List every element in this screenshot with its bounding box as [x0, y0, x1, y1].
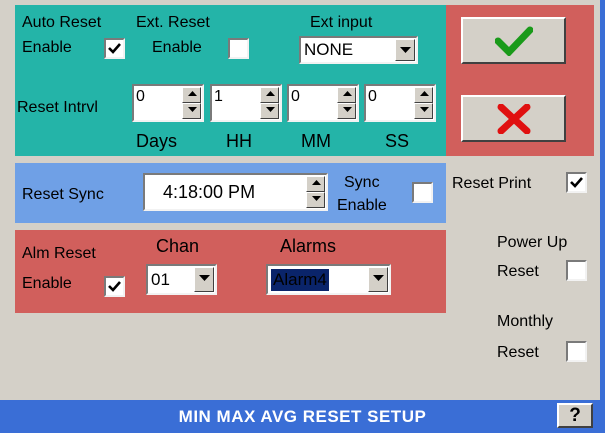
time-spin-up-button[interactable]	[306, 176, 325, 192]
reset-print-label: Reset Print	[452, 175, 532, 192]
ext-input-select[interactable]: NONE	[299, 36, 418, 64]
reset-interval-days-value: 0	[136, 88, 145, 105]
alarms-value: Alarm4	[270, 268, 330, 292]
chevron-down-icon	[199, 275, 210, 281]
alarms-label: Alarms	[280, 236, 337, 256]
chan-label: Chan	[156, 236, 200, 256]
reset-interval-hours-field[interactable]: 1	[210, 84, 282, 122]
days-spin-up-button[interactable]	[182, 87, 201, 103]
ext-reset-label: Ext. Reset	[136, 14, 210, 31]
reset-sync-time-field[interactable]: 4:18:00 PM	[143, 173, 328, 211]
reset-interval-hours-value: 1	[214, 88, 223, 105]
alarms-dropdown-button[interactable]	[368, 267, 388, 292]
chevron-down-icon	[400, 47, 411, 53]
days-spin-down-button[interactable]	[182, 103, 201, 119]
sync-enable-checkbox[interactable]	[412, 182, 433, 203]
reset-interval-seconds-value: 0	[368, 88, 377, 105]
title-bar: MIN MAX AVG RESET SETUP	[0, 400, 605, 433]
power-up-reset-checkbox[interactable]	[566, 260, 587, 281]
chevron-down-icon	[373, 275, 384, 281]
reset-print-checkbox[interactable]	[566, 172, 587, 193]
seconds-unit-label: SS	[385, 131, 410, 151]
reset-interval-minutes-field[interactable]: 0	[287, 84, 359, 122]
seconds-spin-down-button[interactable]	[414, 103, 433, 119]
checkmark-icon	[494, 26, 533, 56]
minutes-unit-label: MM	[301, 131, 331, 151]
reset-sync-label: Reset Sync	[22, 186, 104, 203]
hours-spin-up-button[interactable]	[260, 87, 279, 103]
ext-input-value: NONE	[304, 40, 354, 59]
power-up-label: Power Up	[497, 234, 568, 251]
minutes-spin-up-button[interactable]	[337, 87, 356, 103]
reset-interval-days-field[interactable]: 0	[132, 84, 204, 122]
check-icon	[570, 177, 583, 188]
reset-sync-time-value: 4:18:00 PM	[163, 182, 256, 202]
auto-reset-enable-checkbox[interactable]	[104, 38, 125, 59]
reset-interval-seconds-field[interactable]: 0	[364, 84, 436, 122]
check-icon	[108, 281, 121, 292]
ok-button[interactable]	[461, 17, 566, 64]
sync-enable-label: Enable	[337, 197, 387, 214]
time-spin-down-button[interactable]	[306, 192, 325, 208]
x-icon	[497, 103, 530, 134]
sync-label: Sync	[344, 174, 380, 191]
days-unit-label: Days	[136, 131, 178, 151]
minutes-spin-down-button[interactable]	[337, 103, 356, 119]
seconds-spin-up-button[interactable]	[414, 87, 433, 103]
monthly-reset-label: Reset	[497, 344, 539, 361]
power-up-reset-label: Reset	[497, 263, 539, 280]
hours-spin-down-button[interactable]	[260, 103, 279, 119]
hours-unit-label: HH	[226, 131, 252, 151]
alm-reset-label: Alm Reset	[22, 245, 96, 262]
alm-reset-enable-checkbox[interactable]	[104, 276, 125, 297]
help-button[interactable]: ?	[557, 403, 593, 428]
ext-reset-enable-checkbox[interactable]	[228, 38, 249, 59]
cancel-button[interactable]	[461, 95, 566, 142]
chan-select[interactable]: 01	[146, 264, 217, 295]
window-title: MIN MAX AVG RESET SETUP	[178, 407, 427, 426]
alm-reset-enable-label: Enable	[22, 275, 72, 292]
reset-interval-label: Reset Intrvl	[17, 99, 98, 116]
monthly-reset-checkbox[interactable]	[566, 341, 587, 362]
window-edge	[600, 0, 605, 400]
chan-value: 01	[151, 270, 170, 289]
chan-dropdown-button[interactable]	[194, 267, 214, 292]
auto-reset-label: Auto Reset	[22, 14, 102, 31]
ext-input-dropdown-button[interactable]	[395, 39, 415, 61]
ext-reset-enable-label: Enable	[152, 39, 202, 56]
alarms-select[interactable]: Alarm4	[266, 264, 391, 295]
monthly-label: Monthly	[497, 313, 554, 330]
auto-reset-enable-label: Enable	[22, 39, 72, 56]
reset-interval-minutes-value: 0	[291, 88, 300, 105]
ext-input-label: Ext input	[310, 14, 373, 31]
check-icon	[108, 43, 121, 54]
